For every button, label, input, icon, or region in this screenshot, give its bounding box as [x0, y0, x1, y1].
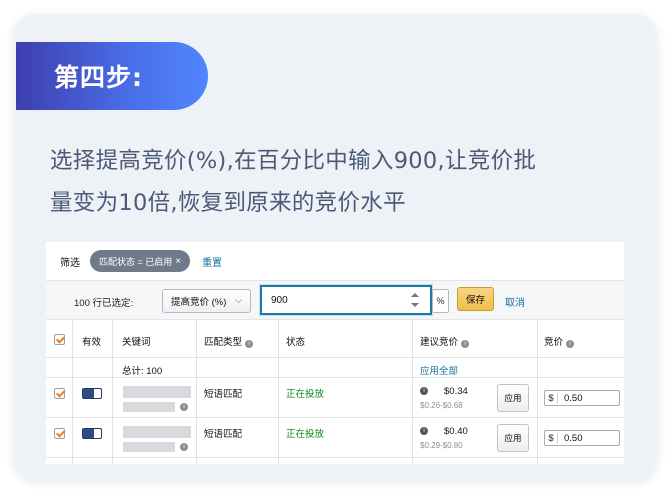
- instruction-line-2: 量变为10倍,恢复到原来的竞价水平: [50, 190, 406, 216]
- percent-unit: %: [432, 289, 449, 313]
- header-status[interactable]: 状态: [286, 334, 305, 348]
- suggested-bid: $0.34: [444, 386, 468, 397]
- table-header: 有效 关键词 匹配类型 i 状态 建议竞价 i 竞价 i: [46, 320, 624, 358]
- info-icon[interactable]: i: [245, 340, 254, 348]
- header-active: 有效: [82, 337, 102, 348]
- info-icon[interactable]: i: [180, 403, 188, 411]
- row-checkbox[interactable]: [54, 428, 65, 439]
- reset-filter-link[interactable]: 重置: [202, 254, 222, 269]
- bid-action-selected-label: 提高竞价 (%): [171, 297, 227, 308]
- active-toggle[interactable]: [82, 428, 102, 439]
- filter-chip[interactable]: 匹配状态 = 已启用 ×: [90, 250, 191, 272]
- stepper-icon[interactable]: [410, 292, 422, 308]
- info-icon[interactable]: i: [461, 340, 470, 348]
- total-count: 总计: 100: [122, 366, 163, 377]
- currency-symbol: $: [545, 432, 558, 444]
- apply-bid-button[interactable]: 应用: [497, 384, 529, 412]
- suggested-range: $0.26-$0.68: [420, 401, 463, 410]
- status-text: 正在投放: [286, 429, 325, 440]
- filter-label: 筛选: [60, 257, 80, 269]
- ads-console-screenshot: 筛选 匹配状态 = 已启用 × 重置 100 行已选定: 提高竞价 (%) ⌵ …: [46, 242, 624, 464]
- status-text: 正在投放: [286, 389, 325, 400]
- keyword-redacted: [123, 442, 175, 452]
- header-bid[interactable]: 竞价 i: [544, 334, 575, 348]
- info-icon[interactable]: i: [180, 443, 188, 451]
- apply-all-link[interactable]: 应用全部: [420, 363, 458, 377]
- selected-count: 100 行已选定:: [74, 298, 134, 309]
- save-button[interactable]: 保存: [457, 287, 494, 311]
- percent-value: 900: [271, 294, 288, 306]
- total-row: 总计: 100 应用全部: [46, 358, 624, 378]
- bulk-edit-bar: 100 行已选定: 提高竞价 (%) ⌵ 900 % 保存 取消: [46, 280, 624, 320]
- bid-input[interactable]: $ 0.50: [544, 430, 620, 446]
- info-icon[interactable]: i: [566, 340, 575, 348]
- apply-bid-button[interactable]: 应用: [497, 424, 529, 452]
- header-match-type[interactable]: 匹配类型 i: [204, 334, 254, 348]
- filter-chip-label: 匹配状态 = 已启用: [99, 256, 173, 267]
- currency-symbol: $: [545, 392, 558, 404]
- keyword-redacted: [123, 426, 191, 438]
- instruction-text: 选择提高竞价(%),在百分比中输入900,让竞价批 量变为10倍,恢复到原来的竞…: [50, 140, 630, 224]
- filter-bar: 筛选 匹配状态 = 已启用 × 重置: [46, 242, 624, 280]
- suggested-range: $0.29-$0.80: [420, 441, 463, 450]
- bid-action-select[interactable]: 提高竞价 (%) ⌵: [162, 289, 251, 313]
- info-icon[interactable]: i: [420, 427, 428, 435]
- match-type: 短语匹配: [204, 429, 243, 440]
- bid-value: 0.50: [564, 392, 583, 404]
- header-keyword[interactable]: 关键词: [122, 334, 151, 348]
- table-row: i 短语匹配 正在投放 i $0.34 $0.26-$0.68 应用 $ 0.5…: [46, 378, 624, 418]
- active-toggle[interactable]: [82, 388, 102, 399]
- match-type: 短语匹配: [204, 389, 243, 400]
- keyword-redacted: [123, 402, 175, 412]
- keyword-redacted: [123, 386, 191, 398]
- table-row: i 短语匹配 正在投放 i $0.40 $0.29-$0.80 应用 $ 0.5…: [46, 418, 624, 458]
- cancel-link[interactable]: 取消: [505, 294, 525, 309]
- chevron-down-icon: ⌵: [235, 295, 242, 305]
- bid-value: 0.50: [564, 432, 583, 444]
- close-icon[interactable]: ×: [175, 256, 181, 267]
- select-all-checkbox[interactable]: [54, 334, 65, 345]
- header-suggested-bid[interactable]: 建议竞价 i: [420, 334, 470, 348]
- step-banner: 第四步:: [16, 42, 208, 110]
- percent-value-input[interactable]: 900: [260, 285, 432, 315]
- instruction-line-1: 选择提高竞价(%),在百分比中输入900,让竞价批: [50, 148, 537, 174]
- step-title: 第四步:: [54, 63, 143, 92]
- suggested-bid: $0.40: [444, 426, 468, 437]
- bid-input[interactable]: $ 0.50: [544, 390, 620, 406]
- row-checkbox[interactable]: [54, 388, 65, 399]
- info-icon[interactable]: i: [420, 387, 428, 395]
